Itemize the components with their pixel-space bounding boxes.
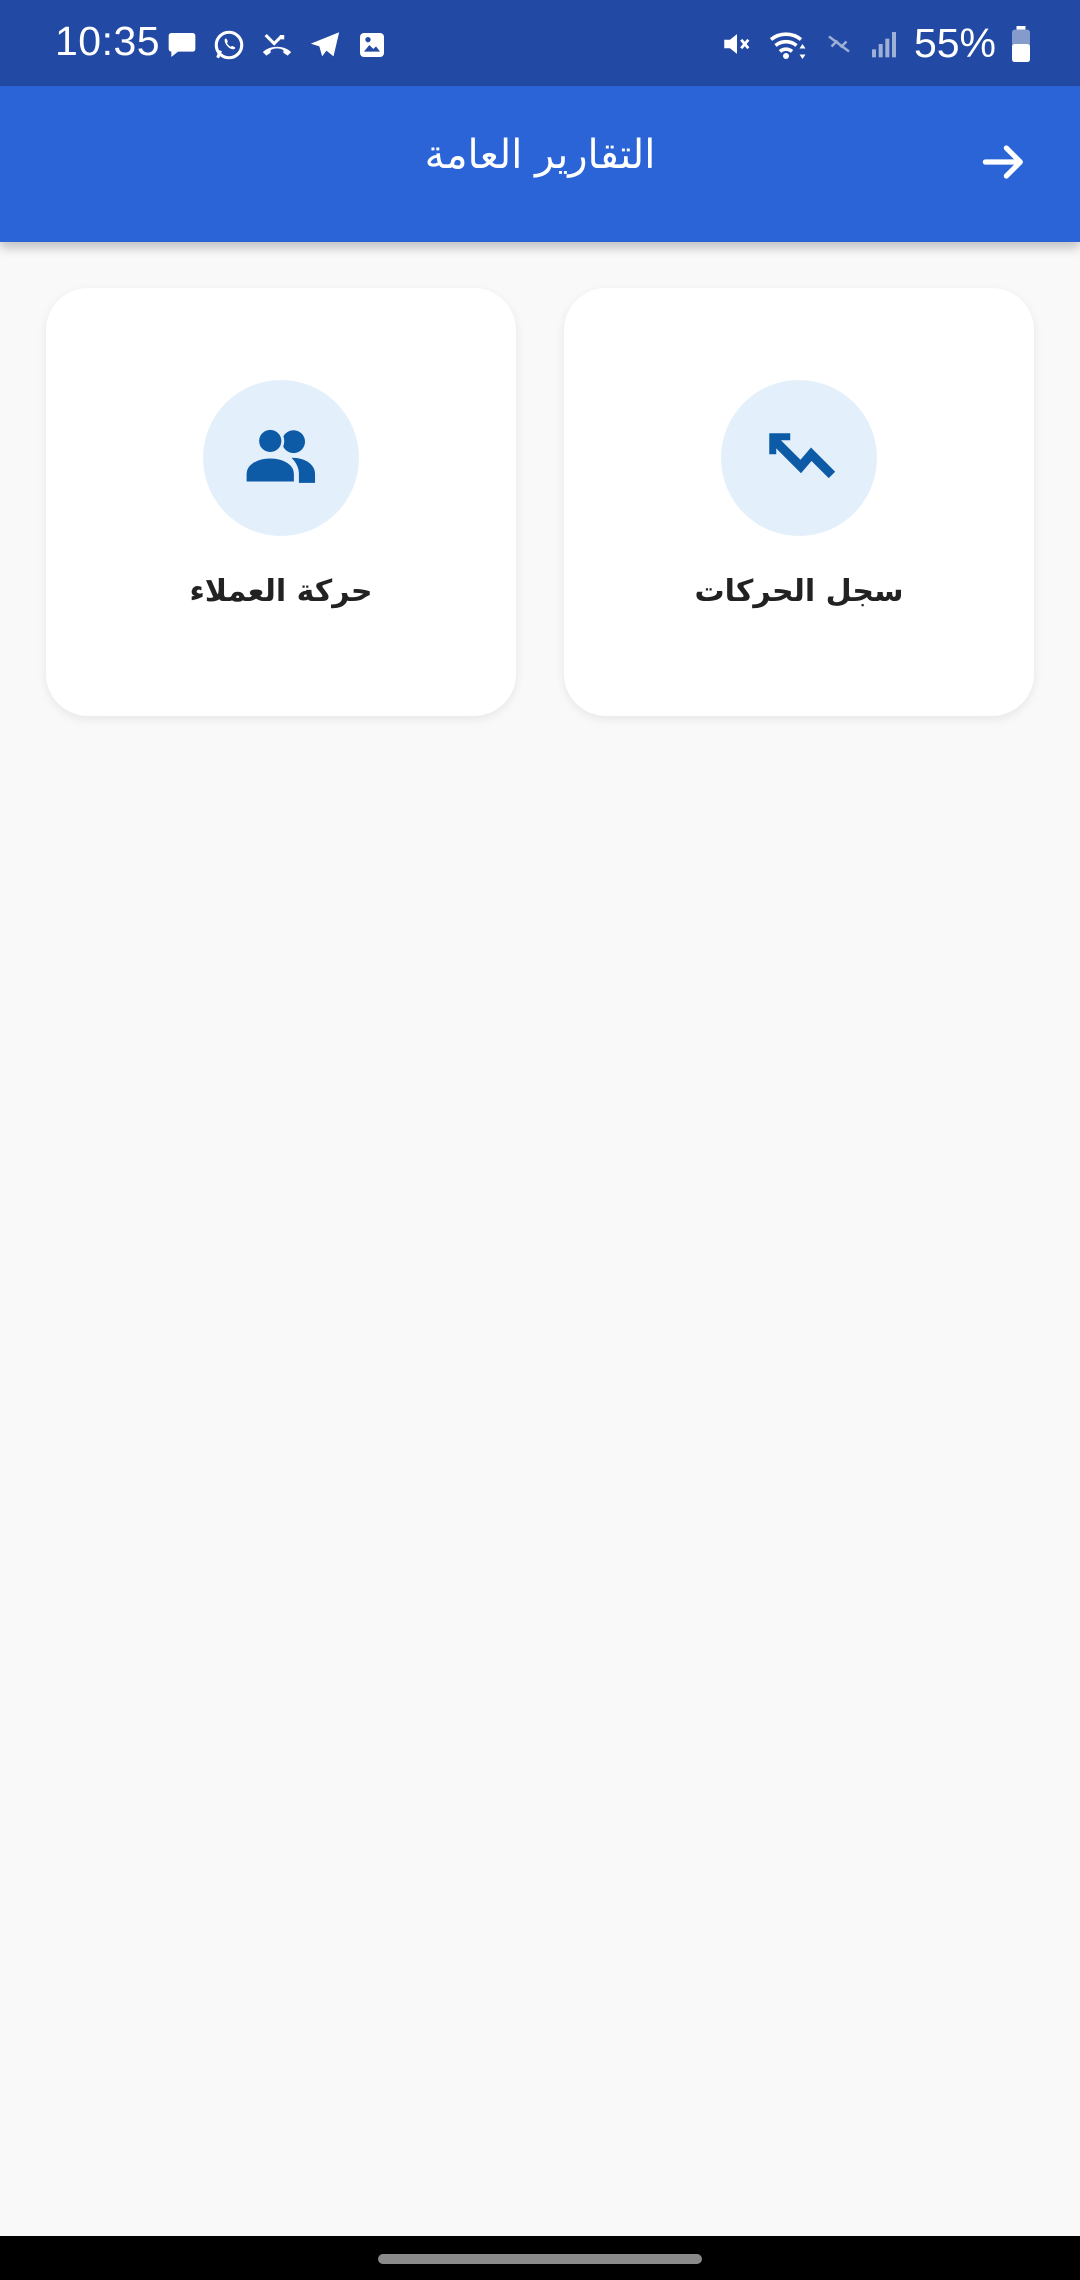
status-time: 10:35: [55, 18, 161, 64]
icon-circle: [203, 380, 359, 536]
app-bar: التقارير العامة: [0, 86, 1080, 242]
page-title: التقارير العامة: [424, 132, 656, 178]
wifi-icon: [768, 26, 810, 62]
battery-icon: [1010, 25, 1032, 62]
card-label: سجل الحركات: [694, 574, 904, 609]
notification-icons: [166, 28, 388, 62]
status-bar: 10:35 55%: [0, 0, 1080, 86]
gallery-icon: [356, 29, 388, 61]
message-icon: [166, 29, 198, 61]
data-off-icon: [824, 29, 854, 59]
icon-circle: [721, 380, 877, 536]
trending-down-arrow-icon: [757, 414, 841, 502]
screen: 10:35 55% التقارير العامة سجل الحركات حر…: [0, 0, 1080, 2280]
arrow-right-icon: [976, 134, 1032, 194]
system-icons: 55%: [720, 20, 1032, 67]
customers-movement-card[interactable]: حركة العملاء: [46, 288, 516, 716]
people-icon: [238, 413, 324, 503]
transactions-log-card[interactable]: سجل الحركات: [564, 288, 1034, 716]
back-button[interactable]: [970, 130, 1038, 198]
home-indicator[interactable]: [378, 2254, 702, 2264]
mute-icon: [720, 27, 754, 61]
battery-percent: 55%: [913, 20, 996, 66]
whatsapp-icon: [212, 28, 246, 62]
navigation-bar: [0, 2236, 1080, 2280]
card-label: حركة العملاء: [189, 574, 373, 609]
signal-icon: [868, 27, 900, 61]
telegram-icon: [308, 28, 342, 62]
missed-call-icon: [260, 28, 294, 62]
